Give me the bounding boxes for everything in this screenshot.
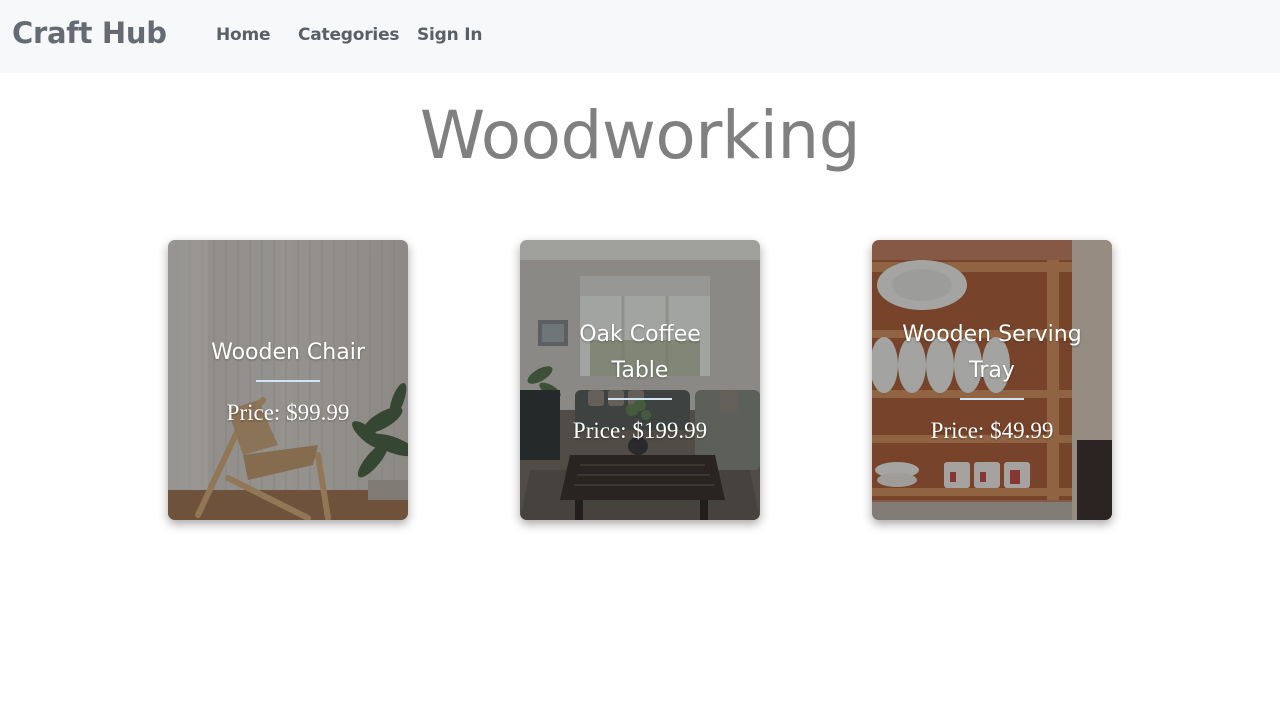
product-title: Wooden Serving Tray	[902, 321, 1082, 383]
product-card-wooden-serving-tray[interactable]: Wooden Serving Tray Price: $49.99	[872, 240, 1112, 520]
product-price: Price: $199.99	[572, 417, 708, 443]
page-title: Woodworking	[419, 97, 861, 174]
nav-link-home[interactable]: Home	[216, 27, 271, 44]
product-title: Oak Coffee Table	[579, 321, 701, 383]
title-divider	[256, 379, 320, 382]
title-divider	[608, 397, 672, 400]
product-price: Price: $49.99	[930, 417, 1054, 443]
product-card-wooden-chair[interactable]: Wooden Chair Price: $99.99	[168, 240, 408, 520]
nav-link-categories[interactable]: Categories	[298, 27, 400, 44]
card-body: Wooden Serving Tray Price: $49.99	[872, 240, 1112, 520]
card-body: Wooden Chair Price: $99.99	[168, 240, 408, 520]
nav-link-sign-in[interactable]: Sign In	[417, 27, 482, 44]
product-price: Price: $99.99	[226, 399, 350, 425]
navbar: Craft Hub Home Categories Sign In	[0, 0, 1280, 73]
product-card-oak-coffee-table[interactable]: Oak Coffee Table Price: $199.99	[520, 240, 760, 520]
title-divider	[960, 397, 1024, 400]
product-title: Wooden Chair	[211, 339, 365, 365]
brand-logo-link[interactable]: Craft Hub	[12, 19, 167, 48]
card-body: Oak Coffee Table Price: $199.99	[520, 240, 760, 520]
